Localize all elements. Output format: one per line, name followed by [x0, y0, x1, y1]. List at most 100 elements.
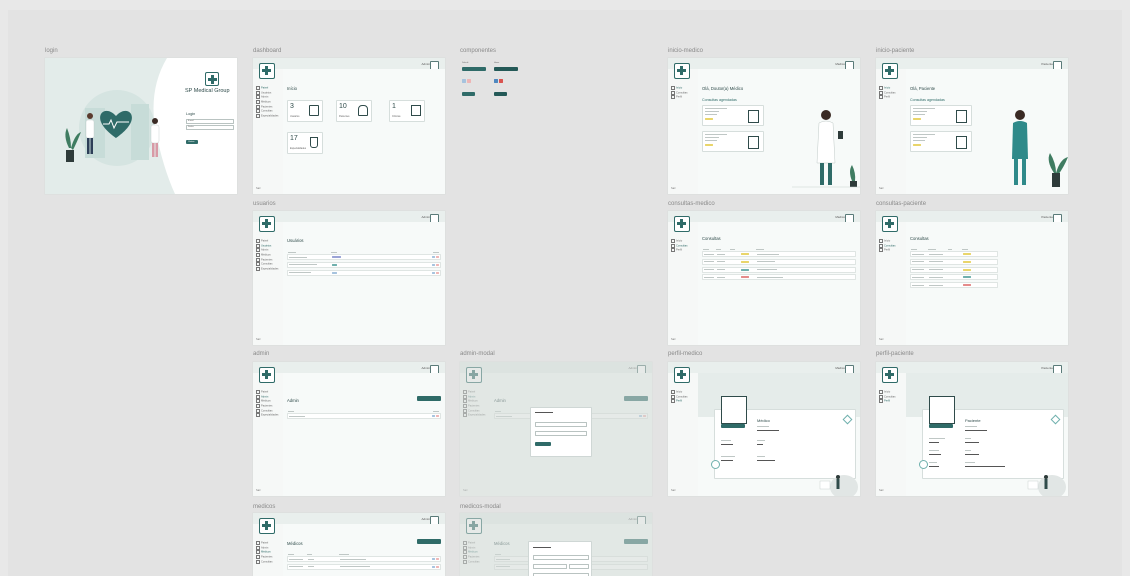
table-row[interactable] [702, 258, 856, 265]
email-field[interactable]: E-mail [186, 119, 234, 124]
calendar-icon [748, 110, 759, 123]
exit-link[interactable]: Sair [256, 187, 261, 190]
sidebar: Início Consultas Perfil [671, 86, 697, 100]
calendar-icon [748, 136, 759, 149]
status-badge [705, 144, 713, 146]
brand-name: SP Medical Group [185, 88, 230, 94]
frame-label-consultas-medico: consultas-medico [668, 201, 715, 207]
sidebar-item[interactable]: Perfil [671, 399, 697, 404]
logo-icon [882, 63, 898, 79]
page-title: Início [287, 86, 298, 91]
logo-icon [674, 63, 690, 79]
login-heading: Login [186, 112, 196, 116]
email-field[interactable] [535, 422, 587, 427]
table-row[interactable] [287, 563, 441, 570]
sidebar: Início Consultas Perfil [879, 390, 905, 404]
sidebar-item[interactable]: Perfil [671, 248, 697, 253]
frame-label-admin-modal: admin-modal [460, 351, 495, 357]
patient-illustration [1012, 110, 1068, 187]
password-field[interactable] [535, 431, 587, 436]
admin-frame: Admin Painel Admin Médicos Pacientes Con… [253, 362, 445, 496]
appointment-card[interactable] [910, 105, 972, 126]
sidebar-item[interactable]: Perfil [671, 95, 697, 100]
name-field[interactable] [533, 555, 589, 560]
password-field[interactable]: Senha [186, 125, 234, 130]
inicio-paciente-frame: Paciente Início Consultas Perfil Sair Ol… [876, 58, 1068, 194]
table-row[interactable] [702, 274, 856, 281]
sidebar-item[interactable]: Perfil [879, 399, 905, 404]
exit-link[interactable]: Sair [256, 489, 261, 492]
table-row[interactable] [910, 258, 998, 265]
appointment-card[interactable] [702, 105, 764, 126]
login-button[interactable]: Entrar [186, 140, 198, 144]
edit-photo-button[interactable] [721, 424, 745, 428]
status-badge [913, 118, 921, 120]
exit-link[interactable]: Sair [879, 489, 884, 492]
exit-link[interactable]: Sair [879, 338, 884, 341]
appointment-card[interactable] [702, 131, 764, 152]
delete-icon[interactable] [467, 79, 471, 83]
edit-icon[interactable] [462, 79, 466, 83]
circle-decor [711, 460, 720, 469]
logo-icon [259, 216, 275, 232]
exit-link[interactable]: Sair [879, 187, 884, 190]
crm-field[interactable] [533, 564, 567, 569]
sidebar-item[interactable]: Especialidades [256, 413, 282, 418]
frame-label-login: login [45, 48, 58, 54]
page-title: Usuários [287, 238, 304, 243]
componentes-board: Default Hover [460, 62, 530, 102]
patient-icon [358, 105, 368, 116]
table-row[interactable] [910, 266, 998, 273]
sidebar: Início Consultas Perfil [879, 239, 905, 253]
consultas-medico-frame: Médico Início Consultas Perfil Sair Cons… [668, 211, 860, 345]
sidebar-item[interactable]: Consultas [256, 560, 282, 565]
exit-link[interactable]: Sair [256, 338, 261, 341]
sidebar-item[interactable]: Perfil [879, 248, 905, 253]
primary-button-hover[interactable] [494, 67, 518, 71]
add-admin-button[interactable] [417, 396, 441, 401]
section-title: Consultas agendadas [702, 98, 737, 102]
state-select[interactable] [569, 564, 589, 569]
table-row[interactable] [910, 251, 998, 257]
table-row[interactable] [287, 413, 441, 419]
sidebar-item[interactable]: Especialidades [256, 267, 282, 272]
table-row[interactable] [287, 556, 441, 562]
small-button-default[interactable] [462, 92, 475, 96]
frame-label-consultas-paciente: consultas-paciente [876, 201, 927, 207]
frame-label-perfil-paciente: perfil-paciente [876, 351, 914, 357]
table-row[interactable] [702, 251, 856, 257]
table-row[interactable] [287, 269, 441, 276]
medicos-modal-frame: Admin Painel Admin Médicos Pacientes Con… [460, 513, 652, 576]
main-area: Início 3 Usuários 10 Pacientes 1 Clínica… [283, 69, 445, 194]
logo-icon [259, 63, 275, 79]
edit-icon-hover[interactable] [494, 79, 498, 83]
small-button-hover[interactable] [494, 92, 507, 96]
appointment-card[interactable] [910, 131, 972, 152]
patient-avatar-icon [929, 396, 955, 424]
logo-icon [674, 367, 690, 383]
exit-link[interactable]: Sair [671, 489, 676, 492]
exit-link[interactable]: Sair [671, 187, 676, 190]
table-row[interactable] [287, 254, 441, 260]
exit-link[interactable]: Sair [671, 338, 676, 341]
sidebar-item[interactable]: Especialidades [256, 114, 282, 119]
table-row[interactable] [287, 261, 441, 268]
users-icon [309, 105, 319, 116]
logo-icon [882, 367, 898, 383]
perfil-medico-frame: Médico Início Consultas Perfil Sair Médi… [668, 362, 860, 496]
sidebar-item[interactable]: Perfil [879, 95, 905, 100]
frame-label-componentes: componentes [460, 48, 497, 54]
save-button[interactable] [535, 442, 551, 446]
table-row[interactable] [910, 282, 998, 289]
stat-card-pacientes: 10 Pacientes [336, 100, 372, 122]
primary-button-default[interactable] [462, 67, 486, 71]
doctor-illustration [792, 110, 860, 188]
edit-photo-button[interactable] [929, 424, 953, 428]
logo-icon [674, 216, 690, 232]
table-row[interactable] [702, 266, 856, 273]
add-doctor-button[interactable] [417, 539, 441, 544]
dashboard-frame: Admin Painel Usuários Admin Médicos Paci… [253, 58, 445, 194]
table-row[interactable] [910, 274, 998, 281]
delete-icon-hover[interactable] [499, 79, 503, 83]
page-title: Olá, Doutor(a) Médico [702, 86, 744, 91]
